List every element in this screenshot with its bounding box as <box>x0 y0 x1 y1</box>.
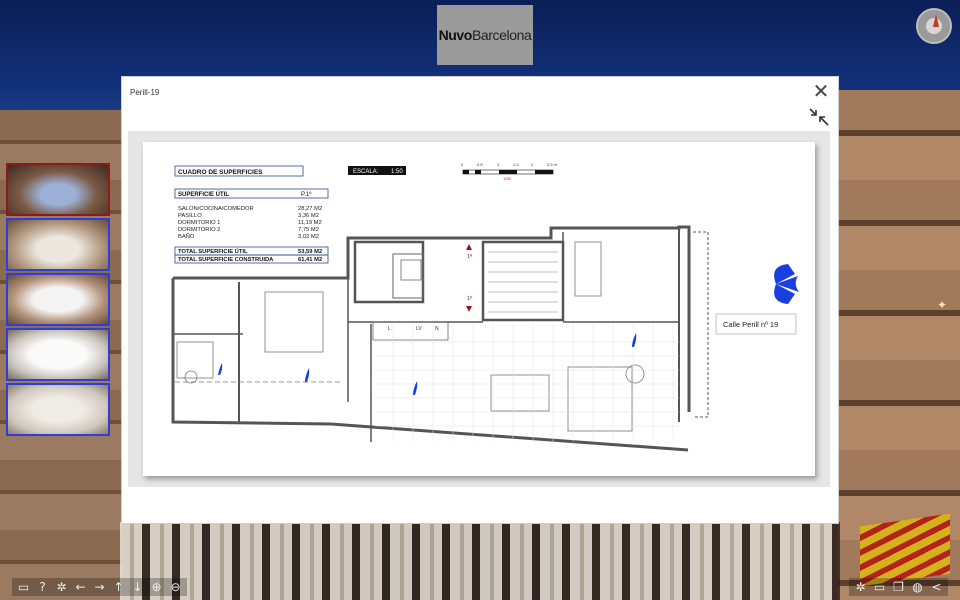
stair-down-label: 1º <box>467 295 472 302</box>
util-column: P.1º <box>301 191 312 198</box>
thumbnail-room-3[interactable] <box>6 273 110 326</box>
marker-bath <box>218 363 223 375</box>
appliance-labels: L LV N <box>388 326 439 332</box>
svg-text:0.5: 0.5 <box>477 162 483 167</box>
room-area: 3,02 M2 <box>298 234 319 240</box>
stair-up-arrow <box>466 244 472 250</box>
floorplan-frame: CUADRO DE SUPERFICIES SUPERFICIE ÚTIL P.… <box>128 131 830 487</box>
bed-2 <box>574 241 602 297</box>
nuvobarcelona-logo[interactable]: Nuvo Barcelona <box>437 5 533 65</box>
svg-text:1/50: 1/50 <box>503 176 512 181</box>
room-name: DORMITORIO 2 <box>178 227 220 233</box>
fullscreen-window-icon[interactable]: ▭ <box>15 579 32 595</box>
svg-text:1.5: 1.5 <box>513 162 519 167</box>
lightbulb-icon[interactable]: ✦ <box>936 297 948 313</box>
toolbar-right: ✲ ▭ ❐ ◍ < <box>849 578 948 596</box>
scale-bar: 0 0.5 1 1.5 2 2.5 m 1/50 <box>461 162 558 181</box>
screen-icon[interactable]: ▭ <box>871 579 888 595</box>
superficies-title: CUADRO DE SUPERFICIES <box>178 169 263 176</box>
room-area: 28,27 M2 <box>298 206 322 212</box>
escala-value: 1:50 <box>391 169 403 175</box>
total-constr-value: 61,41 M2 <box>298 257 322 263</box>
marker-bedroom <box>305 368 310 382</box>
svg-text:LV: LV <box>416 326 422 332</box>
room-area: 7,75 M2 <box>298 227 319 233</box>
zoom-in-icon[interactable]: ⊕ <box>148 579 165 595</box>
room-area: 3,36 M2 <box>298 213 319 219</box>
marker-bedroom-2 <box>632 333 637 347</box>
total-constr-label: TOTAL SUPERFICIE CONSTRUIDA <box>178 257 274 263</box>
floorplan-sheet[interactable]: CUADRO DE SUPERFICIES SUPERFICIE ÚTIL P.… <box>143 142 815 476</box>
collapse-arrows-icon[interactable] <box>808 107 830 127</box>
arrow-down-icon[interactable]: ↓ <box>129 579 146 595</box>
globe-icon[interactable]: ◍ <box>909 579 926 595</box>
arrow-left-icon[interactable]: ← <box>72 579 89 595</box>
catalan-flag <box>860 513 950 587</box>
room-area: 11,19 M2 <box>298 220 322 226</box>
svg-text:N: N <box>435 326 439 332</box>
thumbnail-strip <box>6 163 110 438</box>
room-name: SALON/COCINA/COMEDOR <box>178 206 254 212</box>
stair-steps <box>488 251 558 313</box>
modal-title: Perill-19 <box>130 88 160 97</box>
thumbnail-room-5[interactable] <box>6 383 110 436</box>
svg-text:L: L <box>388 326 391 332</box>
close-icon[interactable]: ✕ <box>812 82 830 102</box>
gyroscope-icon[interactable]: ✲ <box>852 579 869 595</box>
sofa <box>567 366 633 432</box>
room-name: BAÑO <box>178 233 195 240</box>
help-icon[interactable]: ? <box>34 579 51 595</box>
arrow-up-icon[interactable]: ↑ <box>110 579 127 595</box>
svg-text:1: 1 <box>497 162 500 167</box>
svg-text:0: 0 <box>461 162 464 167</box>
logo-part2: Barcelona <box>471 27 532 43</box>
room-name: PASILLO <box>178 213 202 219</box>
room-name: DORMITORIO 1 <box>178 220 220 226</box>
zoom-out-icon[interactable]: ⊖ <box>167 579 184 595</box>
total-util-label: TOTAL SUPERFICIE ÚTIL <box>178 248 248 255</box>
dining-table <box>490 374 550 412</box>
toolbar-left: ▭ ? ✲ ← → ↑ ↓ ⊕ ⊖ <box>12 578 187 596</box>
thumbnail-exterior[interactable] <box>6 163 110 216</box>
stair-down-arrow <box>466 306 472 312</box>
rooms-table: SALON/COCINA/COMEDOR 28,27 M2 PASILLO 3,… <box>178 206 322 240</box>
pano-markers <box>218 333 637 395</box>
thumbnail-room-2[interactable] <box>6 218 110 271</box>
thumbnail-room-4[interactable] <box>6 328 110 381</box>
floorplan-drawing: CUADRO DE SUPERFICIES SUPERFICIE ÚTIL P.… <box>171 162 799 452</box>
logo-part1: Nuvo <box>438 27 473 43</box>
street-label: Calle Perill nº 19 <box>723 320 778 329</box>
stair-up-label: 1ª <box>467 253 473 260</box>
bed-1 <box>264 291 324 353</box>
escala-label: ESCALA: <box>353 169 379 175</box>
compass-icon[interactable] <box>916 8 952 44</box>
total-util-value: 53,59 M2 <box>298 249 322 255</box>
svg-text:2: 2 <box>531 162 534 167</box>
autorotate-icon[interactable]: ✲ <box>53 579 70 595</box>
floorplan-modal: Perill-19 ✕ CUADRO DE SUPERFICIES SUPERF… <box>121 76 839 524</box>
svg-text:2.5 m: 2.5 m <box>547 162 558 167</box>
copy-icon[interactable]: ❐ <box>890 579 907 595</box>
util-label: SUPERFICIE ÚTIL <box>178 191 229 198</box>
share-icon[interactable]: < <box>928 579 945 595</box>
marker-living <box>413 381 418 395</box>
balcony-railing <box>120 522 840 600</box>
arrow-right-icon[interactable]: → <box>91 579 108 595</box>
